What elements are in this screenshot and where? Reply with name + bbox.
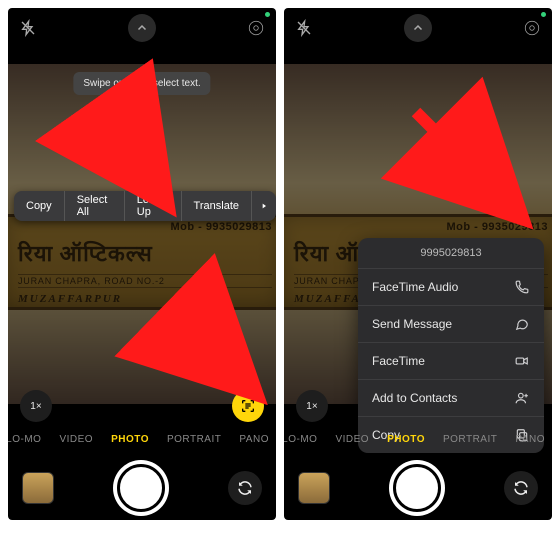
screenshot-right: Mob - 9935029813 रिया ऑप्टिकल्स JURAN CH… (284, 8, 552, 520)
target-icon (523, 19, 541, 37)
switch-camera-button[interactable] (504, 471, 538, 505)
viewfinder[interactable]: Mob - 9935029813 रिया ऑप्टिकल्स JURAN CH… (8, 64, 276, 404)
camera-controls-expand[interactable] (128, 14, 156, 42)
chevron-up-icon (412, 22, 424, 34)
mode-slomo[interactable]: SLO-MO (284, 434, 317, 445)
live-text-tooltip: Swipe or tap to select text. (73, 72, 210, 95)
last-photo-thumbnail[interactable] (298, 472, 330, 504)
text-selection-menu: Copy Select All Look Up Translate (14, 191, 276, 221)
zoom-level[interactable]: 1× (296, 390, 328, 422)
phone-number-action-sheet: 9995029813 FaceTime Audio Send Message F… (358, 238, 544, 453)
mode-portrait[interactable]: PORTRAIT (443, 434, 497, 445)
mode-slomo[interactable]: SLO-MO (8, 434, 41, 445)
action-label: FaceTime Audio (372, 280, 458, 294)
shutter-button[interactable] (113, 460, 169, 516)
menu-more[interactable] (252, 191, 276, 221)
camera-modes[interactable]: SLO-MO VIDEO PHOTO PORTRAIT PANO (284, 426, 552, 452)
menu-look-up[interactable]: Look Up (125, 191, 182, 221)
menu-select-all[interactable]: Select All (65, 191, 125, 221)
camera-effects-button[interactable] (518, 14, 546, 42)
shutter-button[interactable] (389, 460, 445, 516)
action-send-message[interactable]: Send Message (358, 306, 544, 343)
action-facetime[interactable]: FaceTime (358, 343, 544, 380)
action-label: Send Message (372, 317, 452, 331)
live-text-button[interactable] (232, 390, 264, 422)
flash-off-icon (296, 20, 312, 36)
camera-modes[interactable]: SLO-MO VIDEO PHOTO PORTRAIT PANO (8, 426, 276, 452)
target-icon (247, 19, 265, 37)
switch-camera-icon (236, 479, 254, 497)
live-text-icon (240, 398, 256, 414)
mode-photo[interactable]: PHOTO (111, 434, 149, 445)
action-label: Add to Contacts (372, 391, 457, 405)
mode-pano[interactable]: PANO (239, 434, 269, 445)
switch-camera-icon (512, 479, 530, 497)
camera-controls-expand[interactable] (404, 14, 432, 42)
add-contact-icon (514, 390, 530, 406)
action-add-to-contacts[interactable]: Add to Contacts (358, 380, 544, 417)
zoom-level[interactable]: 1× (20, 390, 52, 422)
mode-portrait[interactable]: PORTRAIT (167, 434, 221, 445)
camera-effects-button[interactable] (242, 14, 270, 42)
flash-button[interactable] (14, 14, 42, 42)
mode-video[interactable]: VIDEO (59, 434, 93, 445)
last-photo-thumbnail[interactable] (22, 472, 54, 504)
screenshot-left: Mob - 9935029813 रिया ऑप्टिकल्स JURAN CH… (8, 8, 276, 520)
chevron-up-icon (136, 22, 148, 34)
menu-translate[interactable]: Translate (182, 191, 252, 221)
switch-camera-button[interactable] (228, 471, 262, 505)
detected-phone-number: 9995029813 (358, 238, 544, 269)
menu-copy[interactable]: Copy (14, 191, 65, 221)
video-icon (514, 353, 530, 369)
message-icon (514, 316, 530, 332)
mode-photo[interactable]: PHOTO (387, 434, 425, 445)
mode-video[interactable]: VIDEO (335, 434, 369, 445)
mode-pano[interactable]: PANO (515, 434, 545, 445)
flash-off-icon (20, 20, 36, 36)
action-facetime-audio[interactable]: FaceTime Audio (358, 269, 544, 306)
flash-button[interactable] (290, 14, 318, 42)
phone-icon (514, 279, 530, 295)
action-label: FaceTime (372, 354, 425, 368)
triangle-right-icon (260, 201, 268, 211)
